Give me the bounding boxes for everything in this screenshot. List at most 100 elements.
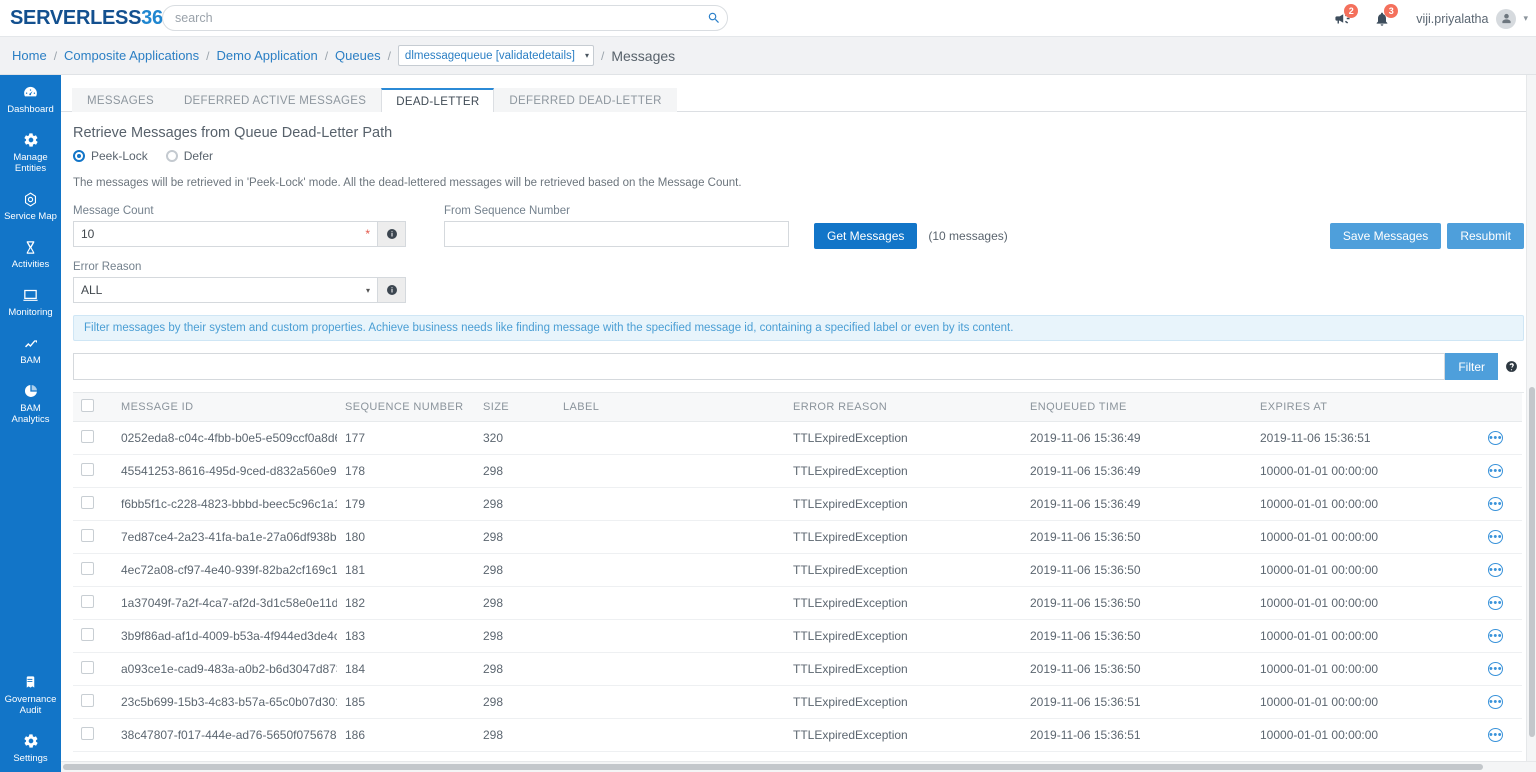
from-sequence-input[interactable]: [444, 221, 789, 247]
cell-error-reason: TTLExpiredException: [785, 421, 1022, 455]
column-header-enqueued-time[interactable]: ENQUEUED TIME: [1022, 393, 1252, 422]
table-row[interactable]: f6bb5f1c-c228-4823-bbbd-beec5c96c1a1 179 2…: [73, 487, 1522, 521]
horizontal-scrollbar[interactable]: [61, 761, 1536, 772]
sidebar-item-monitoring[interactable]: Monitoring: [0, 278, 61, 326]
message-count-input[interactable]: 10 *: [73, 221, 378, 247]
sidebar-item-manage-entities[interactable]: Manage Entities: [0, 123, 61, 182]
cell-expires-at: 10000-01-01 00:00:00: [1252, 586, 1480, 620]
row-actions-button[interactable]: •••: [1488, 430, 1504, 445]
message-count-info-button[interactable]: [378, 221, 406, 247]
radio-defer[interactable]: Defer: [165, 149, 213, 163]
row-actions-button[interactable]: •••: [1488, 628, 1504, 643]
username-label: viji.priyalatha: [1416, 11, 1489, 26]
dashboard-icon: [2, 84, 59, 101]
breadcrumb-item-queues[interactable]: Queues: [335, 48, 381, 63]
row-actions-button[interactable]: •••: [1488, 529, 1504, 544]
filter-input[interactable]: [73, 353, 1446, 380]
table-row[interactable]: a093ce1e-cad9-483a-a0b2-b6d3047d8736 184 2…: [73, 652, 1522, 686]
message-count-field: Message Count 10 *: [73, 205, 406, 247]
avatar[interactable]: [1496, 8, 1517, 29]
sidebar-item-bam[interactable]: BAM: [0, 326, 61, 374]
notifications-button[interactable]: 3: [1362, 0, 1402, 37]
save-messages-button[interactable]: Save Messages: [1329, 223, 1442, 249]
row-checkbox[interactable]: [81, 627, 94, 641]
column-header-message-id[interactable]: MESSAGE ID: [113, 393, 337, 422]
tab-deferred-dead-letter[interactable]: DEFERRED DEAD-LETTER: [494, 88, 677, 112]
table-row[interactable]: 3b9f86ad-af1d-4009-b53a-4f944ed3de4c 183 2…: [73, 619, 1522, 653]
column-header-error-reason[interactable]: ERROR REASON: [785, 393, 1022, 422]
row-checkbox[interactable]: [81, 495, 94, 509]
info-icon: [386, 285, 397, 295]
sidebar-item-governance-audit[interactable]: Governance Audit: [0, 665, 61, 724]
sidebar-item-settings[interactable]: Settings: [0, 724, 61, 772]
vertical-scrollbar-thumb[interactable]: [1529, 387, 1535, 737]
breadcrumb-separator: /: [601, 48, 605, 63]
row-actions-button[interactable]: •••: [1488, 661, 1504, 676]
sidebar-item-service-map[interactable]: Service Map: [0, 182, 61, 230]
row-checkbox[interactable]: [81, 594, 94, 608]
row-checkbox[interactable]: [81, 462, 94, 476]
row-actions-button[interactable]: •••: [1488, 496, 1504, 511]
row-checkbox[interactable]: [81, 429, 94, 443]
row-checkbox[interactable]: [81, 726, 94, 740]
cell-enqueued-time: 2019-11-06 15:36:50: [1022, 586, 1252, 620]
announcement-button[interactable]: 2: [1322, 0, 1362, 37]
row-actions-button[interactable]: •••: [1488, 727, 1504, 742]
sidebar-item-bam-analytics[interactable]: BAM Analytics: [0, 374, 61, 433]
column-header-sequence-number[interactable]: SEQUENCE NUMBER: [337, 393, 475, 422]
radio-peek-lock[interactable]: Peek-Lock: [73, 149, 148, 163]
filter-help-button[interactable]: [1498, 360, 1524, 373]
brand-logo[interactable]: SERVERLESS360: [0, 7, 174, 30]
resubmit-button[interactable]: Resubmit: [1447, 223, 1524, 249]
cell-label: [555, 685, 785, 719]
table-row[interactable]: 7ed87ce4-2a23-41fa-ba1e-27a06df938b5 180 2…: [73, 520, 1522, 554]
row-checkbox[interactable]: [81, 528, 94, 542]
chevron-down-icon[interactable]: ▾: [1523, 13, 1528, 24]
cell-actions: •••: [1480, 520, 1522, 554]
info-icon: [386, 229, 397, 239]
breadcrumb-item-demo-application[interactable]: Demo Application: [217, 48, 318, 63]
get-messages-button[interactable]: Get Messages: [814, 223, 918, 249]
panel-title: Retrieve Messages from Queue Dead-Letter…: [73, 125, 393, 141]
search-icon[interactable]: [701, 11, 727, 25]
table-row[interactable]: 0252eda8-c04c-4fbb-b0e5-e509ccf0a8d6 177 3…: [73, 421, 1522, 455]
column-header-label[interactable]: LABEL: [555, 393, 785, 422]
row-checkbox[interactable]: [81, 693, 94, 707]
required-marker: *: [365, 227, 370, 241]
column-header-expires-at[interactable]: EXPIRES AT: [1252, 393, 1480, 422]
breadcrumb: Home / Composite Applications / Demo App…: [0, 37, 1536, 75]
error-reason-info-button[interactable]: [378, 277, 406, 303]
error-reason-select[interactable]: ALL ▾: [73, 277, 378, 303]
row-actions-button[interactable]: •••: [1488, 694, 1504, 709]
cell-label: [555, 718, 785, 752]
breadcrumb-item-composite-applications[interactable]: Composite Applications: [64, 48, 199, 63]
tab-messages[interactable]: MESSAGES: [72, 88, 169, 112]
table-row[interactable]: 4ec72a08-cf97-4e40-939f-82ba2cf169c1 181 2…: [73, 553, 1522, 587]
table-row[interactable]: 38c47807-f017-444e-ad76-5650f0756788 186 2…: [73, 718, 1522, 752]
table-row[interactable]: 23c5b699-15b3-4c83-b57a-65c0b07d301b 185 2…: [73, 685, 1522, 719]
sidebar-item-dashboard[interactable]: Dashboard: [0, 75, 61, 123]
cell-actions: •••: [1480, 652, 1522, 686]
select-all-checkbox[interactable]: [81, 398, 94, 412]
table-row[interactable]: 1a37049f-7a2f-4ca7-af2d-3d1c58e0e11d 182 2…: [73, 586, 1522, 620]
table-body: 0252eda8-c04c-4fbb-b0e5-e509ccf0a8d6 177 3…: [73, 421, 1522, 752]
search-input[interactable]: [163, 6, 701, 30]
horizontal-scrollbar-thumb[interactable]: [63, 764, 1483, 770]
column-header-size[interactable]: SIZE: [475, 393, 555, 422]
vertical-scrollbar[interactable]: [1526, 75, 1536, 765]
row-actions-button[interactable]: •••: [1488, 562, 1504, 577]
queue-select-value: dlmessagequeue [validatedetails]: [404, 49, 575, 62]
sidebar-item-activities[interactable]: Activities: [0, 230, 61, 278]
cell-error-reason: TTLExpiredException: [785, 487, 1022, 521]
breadcrumb-item-home[interactable]: Home: [12, 48, 47, 63]
row-actions-button[interactable]: •••: [1488, 595, 1504, 610]
filter-button[interactable]: Filter: [1445, 353, 1498, 380]
row-checkbox[interactable]: [81, 660, 94, 674]
tab-deferred-active-messages[interactable]: DEFERRED ACTIVE MESSAGES: [168, 88, 382, 112]
tab-dead-letter[interactable]: DEAD-LETTER: [381, 88, 495, 112]
queue-select[interactable]: dlmessagequeue [validatedetails] ▾: [397, 45, 594, 66]
search-bar[interactable]: [162, 5, 728, 31]
table-row[interactable]: 45541253-8616-495d-9ced-d832a560e9b2 178 2…: [73, 454, 1522, 488]
row-checkbox[interactable]: [81, 561, 94, 575]
row-actions-button[interactable]: •••: [1488, 463, 1504, 478]
